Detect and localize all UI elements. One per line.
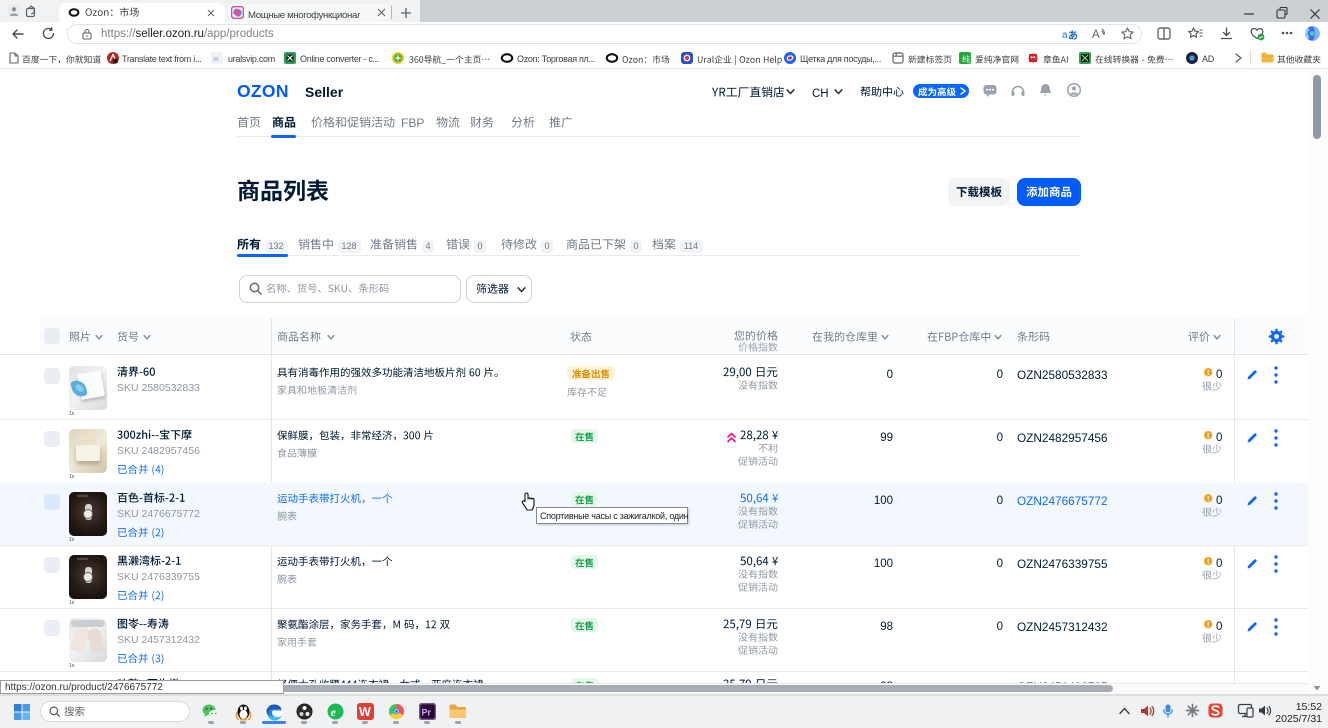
svg-text:W: W (359, 705, 371, 719)
svg-text:e: e (331, 705, 337, 719)
svg-text:Pr: Pr (422, 708, 432, 718)
svg-text:A: A (1092, 29, 1100, 41)
svg-text:あ: あ (1068, 29, 1078, 42)
svg-text:w: w (213, 56, 220, 63)
